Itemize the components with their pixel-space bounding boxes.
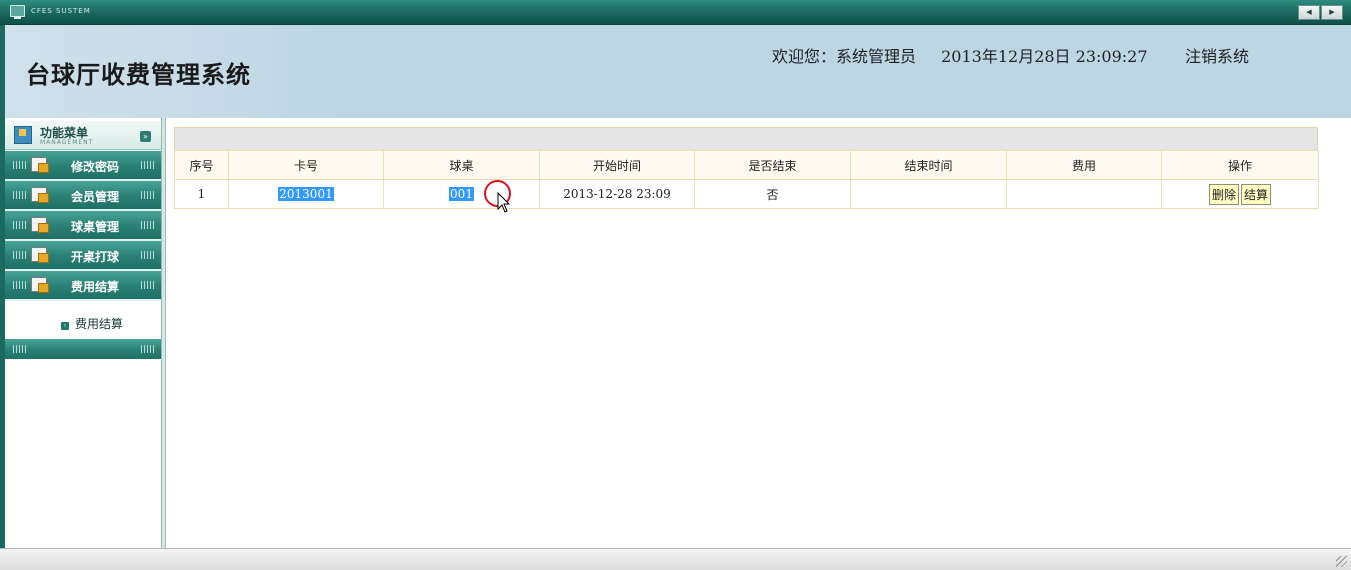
- edit-document-icon: [31, 217, 49, 233]
- sidebar-subitem-fee-settlement[interactable]: › 费用结算: [61, 315, 123, 332]
- arrow-right-icon: ›: [61, 322, 69, 330]
- cell-end-time: [850, 179, 1007, 209]
- next-arrow-icon[interactable]: ▶: [1321, 5, 1343, 20]
- cell-start-time: 2013-12-28 23:09: [539, 179, 695, 209]
- sidebar-item-fee-settlement[interactable]: 费用结算: [5, 271, 161, 301]
- edit-document-icon: [31, 247, 49, 263]
- column-header: 开始时间: [539, 150, 695, 180]
- sidebar-item-table-management[interactable]: 球桌管理: [5, 211, 161, 241]
- edit-document-icon: [31, 277, 49, 293]
- resize-grip-icon[interactable]: [1336, 556, 1347, 567]
- mouse-pointer-icon: [497, 192, 511, 213]
- sidebar-item-label: 费用结算: [71, 280, 120, 294]
- delete-button[interactable]: 删除: [1208, 183, 1239, 205]
- collapse-icon[interactable]: »: [140, 131, 151, 142]
- card-number: 2013001: [278, 187, 334, 201]
- table-number: 001: [449, 187, 474, 201]
- sidebar-item-label: 开桌打球: [71, 250, 120, 264]
- welcome-label: 欢迎您：系统管理员: [772, 47, 917, 66]
- menu-header: 功能菜单 MANAGEMENT »: [5, 121, 161, 150]
- records-table: 序号 卡号 球桌 开始时间 是否结束 结束时间 费用 操作 1 2013001 …: [174, 150, 1319, 209]
- table-row: 1 2013001 001 2013-12-28 23:09 否 删除 结算: [174, 179, 1319, 209]
- settle-button[interactable]: 结算: [1241, 183, 1272, 205]
- cell-table-no: 001: [383, 179, 540, 209]
- upload-folder-icon: [14, 126, 32, 144]
- cell-fee: [1006, 179, 1162, 209]
- sidebar-item-open-table[interactable]: 开桌打球: [5, 241, 161, 271]
- sidebar-item-label: 球桌管理: [71, 220, 120, 234]
- column-header: 序号: [174, 150, 229, 180]
- monitor-icon: [10, 5, 25, 19]
- column-header: 球桌: [383, 150, 540, 180]
- sidebar: 功能菜单 MANAGEMENT » 修改密码 会员管理 球桌管理 开桌打球 费用…: [5, 118, 162, 548]
- window-nav-buttons: ◀ ▶: [1298, 5, 1343, 20]
- column-header: 结束时间: [850, 150, 1007, 180]
- column-header: 操作: [1161, 150, 1319, 180]
- status-bar: [0, 548, 1351, 570]
- cell-index: 1: [174, 179, 229, 209]
- subitem-label: 费用结算: [75, 317, 124, 331]
- logout-link[interactable]: 注销系统: [1185, 43, 1249, 67]
- grid-toolbar: [174, 127, 1318, 150]
- page-header: 台球厅收费管理系统: [0, 25, 1351, 118]
- welcome-info: 欢迎您：系统管理员 2013年12月28日 23:09:27: [772, 43, 1168, 67]
- sidebar-item-member-management[interactable]: 会员管理: [5, 181, 161, 211]
- current-datetime: 2013年12月28日 23:09:27: [941, 47, 1148, 66]
- menu-subtitle: MANAGEMENT: [40, 139, 94, 146]
- window-title-bar: CFES SUSTEM ◀ ▶: [0, 0, 1351, 25]
- system-name: CFES SUSTEM: [31, 7, 91, 15]
- main-content: 序号 卡号 球桌 开始时间 是否结束 结束时间 费用 操作 1 2013001 …: [166, 118, 1351, 548]
- prev-arrow-icon[interactable]: ◀: [1298, 5, 1320, 20]
- table-header-row: 序号 卡号 球桌 开始时间 是否结束 结束时间 费用 操作: [174, 150, 1319, 180]
- column-header: 是否结束: [694, 150, 851, 180]
- sidebar-item-label: 会员管理: [71, 190, 120, 204]
- column-header: 卡号: [228, 150, 384, 180]
- cell-finished: 否: [694, 179, 851, 209]
- cell-actions: 删除 结算: [1161, 179, 1319, 209]
- data-grid: 序号 卡号 球桌 开始时间 是否结束 结束时间 费用 操作 1 2013001 …: [174, 127, 1319, 209]
- edit-document-icon: [31, 187, 49, 203]
- app-title: 台球厅收费管理系统: [26, 60, 251, 89]
- cell-card: 2013001: [228, 179, 384, 209]
- sidebar-item-change-password[interactable]: 修改密码: [5, 151, 161, 181]
- column-header: 费用: [1006, 150, 1162, 180]
- edit-document-icon: [31, 157, 49, 173]
- menu-footer: [5, 339, 161, 359]
- sidebar-item-label: 修改密码: [71, 160, 120, 174]
